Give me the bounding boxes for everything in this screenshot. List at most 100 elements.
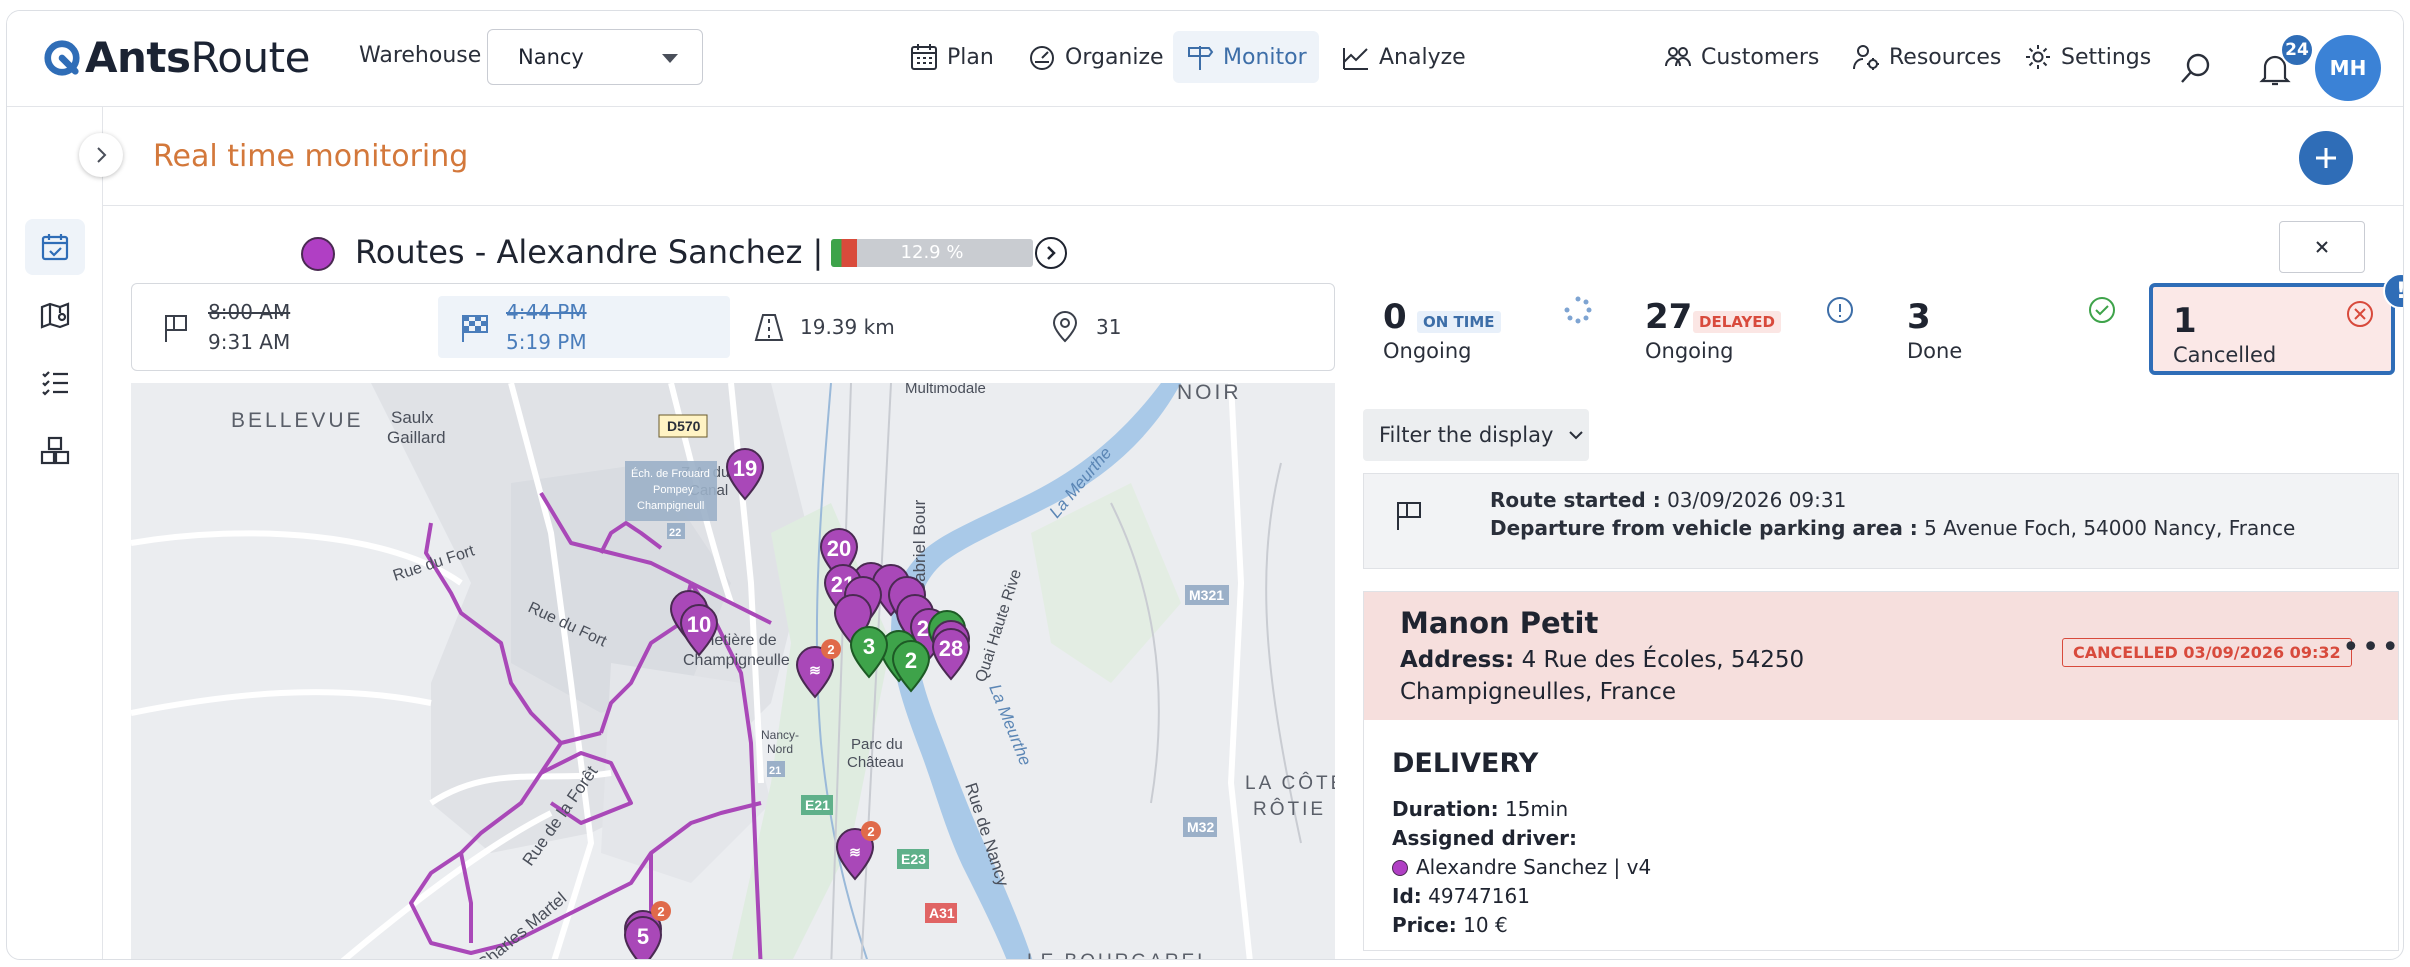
- nav-plan[interactable]: Plan: [897, 31, 1006, 83]
- checklist-icon: [42, 371, 68, 396]
- more-options-icon[interactable]: •••: [2342, 630, 2401, 665]
- status-badge: DELAYED: [1693, 311, 1781, 333]
- road-shield: 22: [669, 527, 681, 539]
- cancel-circle-icon: [2347, 301, 2373, 327]
- stat-count: 0: [1383, 297, 1407, 337]
- calendar-check-icon: [41, 234, 69, 261]
- search-icon[interactable]: [2179, 51, 2213, 85]
- map-label: Gaillard: [387, 428, 446, 447]
- stat-count: 27: [1645, 297, 1693, 337]
- map-label: LE BOURGAREL: [1027, 951, 1211, 960]
- driver-color-dot: [1392, 860, 1408, 876]
- plus-icon: [2316, 148, 2336, 168]
- svg-text:2: 2: [827, 642, 834, 657]
- notification-badge: 24: [2280, 33, 2314, 67]
- close-icon: [2316, 241, 2328, 253]
- flag-icon: [1397, 502, 1421, 530]
- start-actual-time: 9:31 AM: [208, 330, 291, 354]
- stop-card[interactable]: Manon Petit Address: 4 Rue des Écoles, 5…: [1363, 591, 2399, 951]
- route-map[interactable]: Saulx Gaillard Rue du Fort Rue du Fort Z…: [131, 383, 1335, 960]
- svg-text:≋: ≋: [849, 844, 861, 860]
- driver-line: Alexandre Sanchez | v4: [1392, 855, 1651, 879]
- nav-settings[interactable]: Settings: [2011, 31, 2163, 83]
- map-label: Éch. de Frouard: [631, 467, 710, 480]
- warehouse-select[interactable]: Nancy: [487, 29, 703, 85]
- sidebar-item-monitoring[interactable]: [25, 219, 85, 275]
- antsroute-logo[interactable]: AntsRoute: [43, 33, 310, 82]
- route-color-dot: [301, 237, 335, 271]
- svg-text:28: 28: [939, 636, 963, 661]
- next-route-button[interactable]: [1035, 237, 1067, 269]
- filter-label: Filter the display: [1379, 423, 1554, 447]
- warehouse-label: Warehouse: [359, 43, 482, 68]
- route-started-entry[interactable]: Route started : 03/09/2026 09:31 Departu…: [1363, 473, 2399, 569]
- chart-icon: [1343, 48, 1368, 70]
- flag-icon: [165, 315, 187, 342]
- map-label: Château: [847, 754, 904, 771]
- map-pin-icon: [40, 302, 70, 329]
- map-label: Parc du: [851, 736, 903, 753]
- svg-text:2: 2: [867, 824, 874, 839]
- avatar[interactable]: MH: [2315, 35, 2381, 101]
- warehouse-value: Nancy: [518, 45, 584, 69]
- customers-icon: [1665, 47, 1691, 67]
- end-actual-time: 5:19 PM: [506, 330, 587, 354]
- sidebar-item-map[interactable]: [25, 287, 85, 343]
- end-planned-time: 4:44 PM: [506, 300, 587, 324]
- driver-label: Assigned driver:: [1392, 826, 1578, 850]
- map-label: Champigneull: [637, 500, 704, 512]
- nav-settings-label: Settings: [2061, 44, 2152, 70]
- id-line: Id: 49747161: [1392, 884, 1530, 908]
- nav-analyze-label: Analyze: [1379, 44, 1466, 70]
- route-title: Routes - Alexandre Sanchez | v4: [355, 233, 873, 271]
- signpost-icon: [1188, 46, 1214, 70]
- route-progress-bar: 12.9 %: [831, 239, 1033, 267]
- nav-resources-label: Resources: [1889, 44, 2002, 70]
- road-shield: M32: [1187, 819, 1214, 835]
- filter-display-dropdown[interactable]: Filter the display: [1363, 409, 1589, 461]
- nav-resources[interactable]: Resources: [1839, 31, 2013, 83]
- customer-name: Manon Petit: [1400, 606, 1599, 640]
- chevron-right-icon: [1047, 246, 1056, 260]
- sidebar-item-checklist[interactable]: [25, 355, 85, 411]
- nav-customers[interactable]: Customers: [1651, 31, 1831, 83]
- road-shield: A31: [929, 905, 955, 921]
- nav-organize-label: Organize: [1065, 44, 1164, 70]
- chevron-right-icon: [97, 147, 107, 163]
- resources-icon: [1853, 45, 1879, 70]
- caret-down-icon: [662, 54, 678, 63]
- nav-monitor-label: Monitor: [1223, 44, 1307, 70]
- calendar-icon: [911, 44, 937, 70]
- road-shield: 21: [769, 765, 781, 777]
- stop-card-header: Manon Petit Address: 4 Rue des Écoles, 5…: [1364, 592, 2401, 720]
- svg-text:5: 5: [637, 924, 649, 949]
- route-started-line: Route started : 03/09/2026 09:31: [1490, 488, 1847, 512]
- map-label: NOIR: [1177, 383, 1242, 404]
- app-window: AntsRoute Warehouse Nancy Plan Organize …: [6, 10, 2404, 960]
- svg-text:2: 2: [905, 648, 917, 673]
- boxes-icon: [40, 436, 70, 465]
- nav-analyze[interactable]: Analyze: [1329, 31, 1478, 83]
- sidebar-item-packages[interactable]: [25, 423, 85, 479]
- stat-cancelled[interactable]: 1 Cancelled: [2149, 283, 2395, 375]
- sidebar: [7, 107, 103, 959]
- map-label: LA CÔTE: [1245, 772, 1335, 794]
- map-label: Pompey: [653, 484, 694, 496]
- close-button[interactable]: [2279, 221, 2365, 273]
- add-button[interactable]: [2299, 131, 2353, 185]
- nav-monitor[interactable]: Monitor: [1173, 31, 1319, 83]
- route-progress-label: 12.9 %: [900, 242, 964, 263]
- route-stops: 31: [1048, 296, 1121, 358]
- sidebar-expand-button[interactable]: [79, 133, 123, 177]
- route-distance: 19.39 km: [752, 296, 895, 358]
- stat-delayed[interactable]: 27 DELAYED Ongoing: [1625, 283, 1871, 375]
- logo-mark-icon: [44, 39, 80, 76]
- road-shield: M321: [1189, 587, 1224, 603]
- stat-on-time[interactable]: 0 ON TIME Ongoing: [1363, 283, 1609, 375]
- stat-done[interactable]: 3 Done: [1887, 283, 2133, 375]
- nav-organize[interactable]: Organize: [1015, 31, 1176, 83]
- route-times-bar: 8:00 AM 9:31 AM 4:44 PM 5:19 PM 19.39 km…: [131, 283, 1335, 371]
- map-label: BELLEVUE: [231, 409, 364, 432]
- price-line: Price: 10 €: [1392, 913, 1508, 937]
- map-canvas[interactable]: Saulx Gaillard Rue du Fort Rue du Fort Z…: [131, 383, 1335, 960]
